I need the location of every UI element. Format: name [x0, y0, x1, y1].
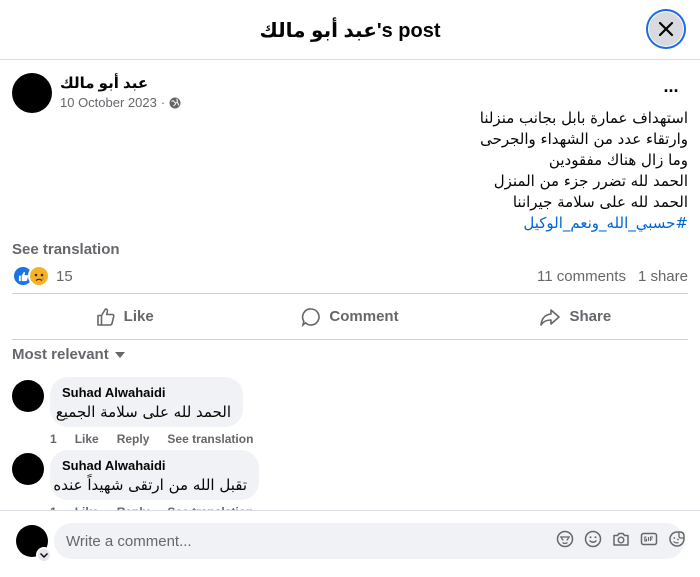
comments-count[interactable]: 11 comments — [537, 268, 626, 285]
commenter-avatar[interactable] — [12, 380, 44, 412]
shares-count[interactable]: 1 share — [638, 268, 688, 285]
comment-time[interactable]: 1 — [50, 432, 57, 446]
comment-bubble: Suhad Alwahaidi تقبل الله من ارتقى شهيدا… — [50, 450, 259, 500]
comment-text: الحمد لله على سلامة الجميع — [55, 403, 231, 421]
commenter-avatar[interactable] — [12, 453, 44, 485]
share-arrow-icon — [540, 308, 561, 326]
commenter-name[interactable]: Suhad Alwahaidi — [62, 458, 247, 473]
comment-actions: 1 Like Reply See translation — [50, 432, 253, 446]
thumbs-up-icon — [96, 307, 115, 326]
post-text: استهداف عمارة بابل بجانب منزلنا وارتقاء … — [88, 108, 688, 234]
avatar-sticker-icon[interactable] — [556, 530, 574, 548]
commenter-name[interactable]: Suhad Alwahaidi — [62, 385, 231, 400]
camera-icon[interactable] — [612, 530, 630, 548]
sticker-icon[interactable] — [668, 530, 686, 548]
reaction-count: 15 — [56, 267, 73, 285]
post-line: الحمد لله تضرر جزء من المنزل — [493, 172, 688, 190]
share-button[interactable]: Share — [463, 294, 688, 339]
comment-bubble: Suhad Alwahaidi الحمد لله على سلامة الجم… — [50, 377, 243, 427]
comment-label: Comment — [329, 308, 399, 325]
comment-composer: Write a comment... — [0, 510, 700, 577]
gif-icon[interactable] — [640, 530, 658, 548]
post-line: وما زال هناك مفقودين — [548, 151, 688, 169]
like-label: Like — [123, 308, 154, 325]
comment-sort-dropdown[interactable]: Most relevant — [12, 346, 125, 363]
reactions-summary[interactable]: 15 — [12, 265, 73, 287]
comment-translation-link[interactable]: See translation — [167, 432, 253, 446]
dialog-header: عبد أبو مالك's post — [0, 0, 700, 60]
engagement-counts: 11 comments 1 share — [537, 268, 688, 285]
comment-like-link[interactable]: Like — [75, 432, 99, 446]
dialog-title: عبد أبو مالك's post — [259, 20, 441, 42]
emoji-icon[interactable] — [584, 530, 602, 548]
sort-label: Most relevant — [12, 346, 109, 363]
comment-text: تقبل الله من ارتقى شهيداً عنده — [53, 476, 247, 494]
comment-icon — [302, 307, 321, 327]
see-translation-link[interactable]: See translation — [12, 241, 120, 258]
close-icon — [658, 21, 674, 37]
author-name[interactable]: عبد أبو مالك — [60, 74, 148, 92]
comment-reply-link[interactable]: Reply — [117, 432, 150, 446]
composer-tools — [556, 530, 686, 548]
share-label: Share — [569, 308, 612, 325]
caret-down-icon — [114, 351, 125, 358]
close-button[interactable] — [646, 9, 686, 49]
post-line: الحمد لله على سلامة جيراننا — [512, 193, 688, 211]
profile-switch-chevron-icon[interactable] — [36, 547, 52, 563]
post-line: استهداف عمارة بابل بجانب منزلنا — [479, 109, 688, 127]
globe-icon — [169, 97, 181, 108]
post-line: وارتقاء عدد من الشهداء والجرحى — [480, 130, 688, 148]
author-avatar[interactable] — [12, 73, 52, 113]
comment-button[interactable]: Comment — [237, 294, 462, 339]
comment-input-placeholder: Write a comment... — [66, 532, 192, 550]
sad-reaction-icon — [28, 265, 50, 287]
like-button[interactable]: Like — [12, 294, 237, 339]
more-options-button[interactable]: ... — [658, 77, 684, 100]
hashtag-link[interactable]: #حسبي_الله_ونعم_الوكيل — [88, 213, 688, 234]
action-bar: Like Comment Share — [12, 293, 688, 340]
